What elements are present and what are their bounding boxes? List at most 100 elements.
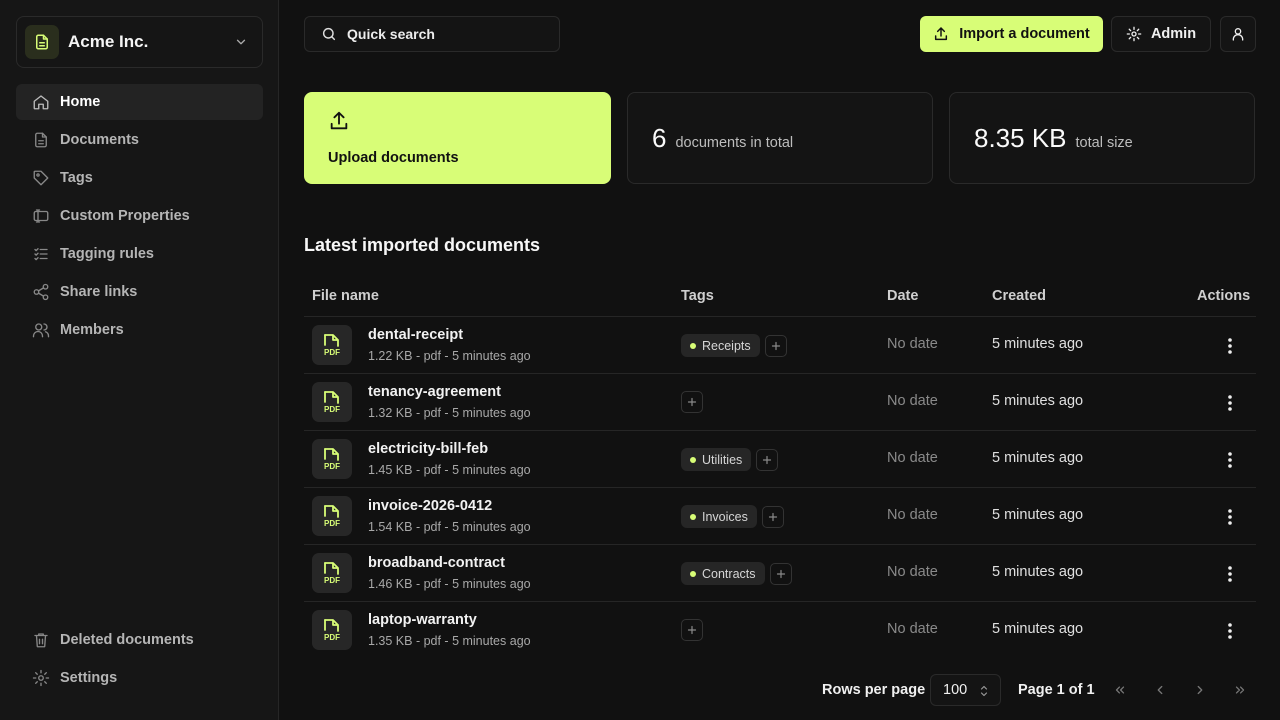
section-title: Latest imported documents (304, 235, 541, 255)
row-actions-button[interactable] (1220, 450, 1240, 470)
row-actions-button[interactable] (1220, 621, 1240, 641)
more-vertical-icon (1228, 623, 1232, 639)
add-tag-button[interactable] (681, 391, 703, 413)
sidebar-item-share-links[interactable]: Share links (16, 274, 263, 310)
file-name-link[interactable]: invoice-2026-0412 (368, 498, 492, 514)
svg-text:PDF: PDF (324, 633, 340, 642)
sidebar-item-members[interactable]: Members (16, 312, 263, 348)
svg-text:PDF: PDF (324, 348, 340, 357)
table-row[interactable]: PDF electricity-bill-feb 1.45 KB - pdf -… (304, 431, 1256, 488)
file-meta: 1.32 KB - pdf - 5 minutes ago (368, 406, 531, 420)
file-name-link[interactable]: tenancy-agreement (368, 384, 501, 400)
table-row[interactable]: PDF invoice-2026-0412 1.54 KB - pdf - 5 … (304, 488, 1256, 545)
date-cell: No date (887, 450, 938, 466)
table-row[interactable]: PDF broadband-contract 1.46 KB - pdf - 5… (304, 545, 1256, 602)
tag-badge[interactable]: Receipts (681, 334, 760, 357)
tag-label: Utilities (702, 452, 743, 467)
sidebar-item-documents[interactable]: Documents (16, 122, 263, 158)
previous-page-button[interactable] (1144, 674, 1176, 706)
total-size-card: 8.35 KB total size (949, 92, 1255, 184)
first-page-button[interactable] (1104, 674, 1136, 706)
add-tag-button[interactable] (761, 505, 784, 528)
org-switcher[interactable]: Acme Inc. (16, 16, 263, 68)
tag-badge[interactable]: Invoices (681, 505, 757, 528)
date-cell: No date (887, 507, 938, 523)
sidebar-item-label: Tags (60, 170, 93, 186)
import-label: Import a document (959, 26, 1090, 42)
next-page-button[interactable] (1184, 674, 1216, 706)
file-name-link[interactable]: dental-receipt (368, 327, 463, 343)
quick-search-button[interactable]: Quick search (304, 16, 560, 52)
sidebar-item-custom-properties[interactable]: Custom Properties (16, 198, 263, 234)
plus-icon (686, 624, 698, 636)
add-tag-button[interactable] (769, 562, 792, 585)
row-actions-button[interactable] (1220, 336, 1240, 356)
tag-label: Invoices (702, 509, 748, 524)
plus-icon (775, 568, 787, 580)
pdf-file-icon: PDF (312, 610, 352, 650)
user-menu-button[interactable] (1220, 16, 1256, 52)
more-vertical-icon (1228, 395, 1232, 411)
tags-cell (681, 619, 703, 641)
tag-color-dot (690, 513, 696, 520)
svg-text:PDF: PDF (324, 405, 340, 414)
share-icon (32, 283, 50, 301)
sidebar-item-tags[interactable]: Tags (16, 160, 263, 196)
admin-button[interactable]: Admin (1111, 16, 1211, 52)
sidebar-item-label: Deleted documents (60, 632, 194, 648)
chevrons-left-icon (1113, 683, 1127, 697)
pdf-file-icon: PDF (312, 382, 352, 422)
upload-documents-card[interactable]: Upload documents (304, 92, 611, 184)
created-cell: 5 minutes ago (992, 507, 1084, 523)
tag-badge[interactable]: Contracts (681, 562, 765, 585)
last-page-button[interactable] (1224, 674, 1256, 706)
sidebar-item-label: Custom Properties (60, 208, 190, 224)
documents-count-label: documents in total (675, 135, 794, 151)
plus-icon (761, 454, 773, 466)
date-cell: No date (887, 564, 938, 580)
file-meta: 1.35 KB - pdf - 5 minutes ago (368, 634, 531, 648)
chevrons-right-icon (1233, 683, 1247, 697)
pdf-file-icon: PDF (312, 553, 352, 593)
add-tag-button[interactable] (756, 448, 779, 471)
search-icon (321, 26, 347, 42)
column-header-tags: Tags (681, 288, 714, 304)
more-vertical-icon (1228, 452, 1232, 468)
sidebar-item-deleted-documents[interactable]: Deleted documents (16, 622, 263, 658)
column-header-created: Created (992, 288, 1046, 304)
file-meta: 1.45 KB - pdf - 5 minutes ago (368, 463, 531, 477)
add-tag-button[interactable] (681, 619, 703, 641)
file-meta: 1.22 KB - pdf - 5 minutes ago (368, 349, 531, 363)
table-row[interactable]: PDF dental-receipt 1.22 KB - pdf - 5 min… (304, 317, 1256, 374)
sidebar-item-tagging-rules[interactable]: Tagging rules (16, 236, 263, 272)
trash-icon (32, 631, 50, 649)
row-actions-button[interactable] (1220, 393, 1240, 413)
search-label: Quick search (347, 26, 435, 42)
file-name-link[interactable]: electricity-bill-feb (368, 441, 488, 457)
tag-badge[interactable]: Utilities (681, 448, 752, 471)
add-tag-button[interactable] (764, 334, 787, 357)
import-document-button[interactable]: Import a document (920, 16, 1103, 52)
pdf-file-icon: PDF (312, 496, 352, 536)
sidebar-item-label: Tagging rules (60, 246, 154, 262)
row-actions-button[interactable] (1220, 564, 1240, 584)
rows-per-page-value: 100 (943, 682, 968, 698)
row-actions-button[interactable] (1220, 507, 1240, 527)
file-name-link[interactable]: broadband-contract (368, 555, 505, 571)
table-row[interactable]: PDF tenancy-agreement 1.32 KB - pdf - 5 … (304, 374, 1256, 431)
plus-icon (770, 340, 782, 352)
more-vertical-icon (1228, 338, 1232, 354)
svg-text:PDF: PDF (324, 576, 340, 585)
column-header-file-name: File name (312, 288, 379, 304)
rows-per-page-select[interactable]: 100 (930, 674, 1001, 706)
created-cell: 5 minutes ago (992, 393, 1084, 409)
file-name-link[interactable]: laptop-warranty (368, 612, 477, 628)
sidebar-item-home[interactable]: Home (16, 84, 263, 120)
created-cell: 5 minutes ago (992, 450, 1084, 466)
file-meta: 1.46 KB - pdf - 5 minutes ago (368, 577, 531, 591)
more-vertical-icon (1228, 566, 1232, 582)
table-row[interactable]: PDF laptop-warranty 1.35 KB - pdf - 5 mi… (304, 602, 1256, 659)
tag-color-dot (690, 342, 696, 349)
tags-cell (681, 391, 703, 413)
tag-color-dot (690, 570, 696, 577)
